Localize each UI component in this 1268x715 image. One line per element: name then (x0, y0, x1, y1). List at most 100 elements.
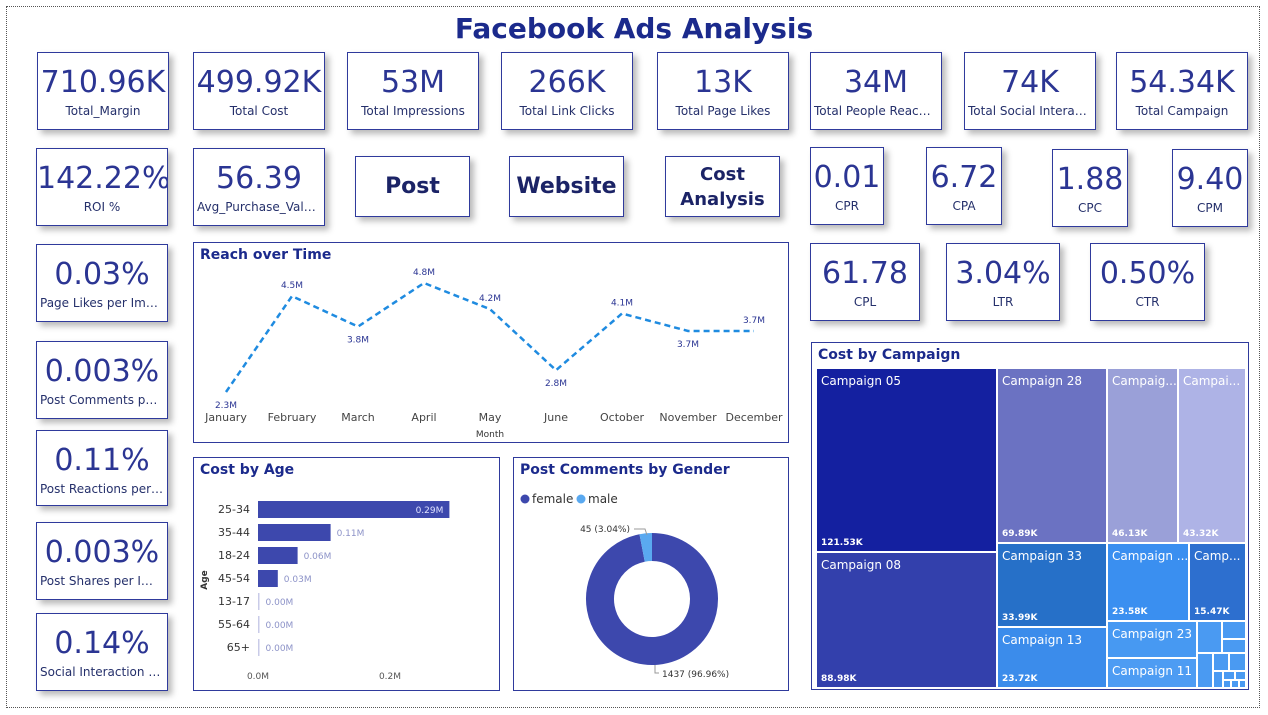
kpi-value: 142.22% (37, 161, 168, 196)
age-bar-value-label: 0.03M (284, 575, 312, 585)
legend-male-marker (576, 494, 586, 504)
treemap-cell-name: Campaign 33 (1002, 549, 1083, 563)
kpi-cpc: 1.88 CPC (1052, 149, 1128, 227)
age-bar[interactable] (258, 639, 260, 656)
age-bar[interactable] (258, 547, 298, 564)
treemap-small-cell[interactable] (1223, 671, 1235, 680)
kpi-value: 61.78 (822, 256, 908, 291)
treemap-cell-name: Campaign 08 (821, 558, 902, 572)
website-page-button[interactable]: Website (509, 156, 624, 217)
kpi-post-comments-per: 0.003% Post Comments per... (36, 341, 168, 419)
treemap-small-cell[interactable] (1223, 680, 1231, 688)
treemap-cell[interactable]: Camp... 15.47K (1189, 543, 1246, 621)
treemap-cell-value: 46.13K (1112, 529, 1148, 539)
treemap-cell-name: Campaig... (1112, 374, 1177, 388)
treemap-cell-value: 43.32K (1183, 529, 1219, 539)
kpi-cpl: 61.78 CPL (810, 243, 920, 321)
treemap-small-cell[interactable] (1197, 621, 1222, 653)
treemap-cell[interactable]: Campaign ... 23.58K (1107, 543, 1189, 621)
kpi-label: Post Reactions per I... (40, 482, 167, 496)
cost-by-age-chart[interactable]: Cost by Age 25-34 0.29M 35-44 0.11M 18-24 0.0… (193, 457, 500, 691)
age-category-label: 55-64 (218, 618, 250, 631)
reach-line-svg: 2.3MJanuary 4.5M February 3.8M March 4.8M Apri… (204, 268, 783, 440)
treemap-cell[interactable]: Campaign 11 (1107, 658, 1197, 688)
kpi-ctr: 0.50% CTR (1090, 243, 1205, 321)
gender-slice-female[interactable] (586, 533, 718, 665)
age-x-tick-0: 0.0M (247, 672, 269, 682)
kpi-post-reactions-per: 0.11% Post Reactions per I... (36, 430, 168, 506)
reach-data-label: 2.8M (545, 379, 567, 389)
treemap-cell[interactable]: Campaign 28 69.89K (997, 368, 1107, 543)
campaign-chart-title: Cost by Campaign (818, 347, 961, 363)
gender-slice-male[interactable] (639, 533, 653, 562)
kpi-value: 34M (843, 65, 909, 100)
kpi-label: Social Interaction p... (40, 665, 167, 679)
age-category-label: 13-17 (218, 595, 250, 608)
treemap-small-cell[interactable] (1222, 621, 1246, 639)
treemap-cell[interactable]: Campaign 33 33.99K (997, 543, 1107, 627)
cost-by-campaign-chart[interactable]: Cost by Campaign Campaign 05 121.53K Campa… (811, 342, 1249, 690)
kpi-value: 499.92K (196, 65, 322, 100)
page-title: Facebook Ads Analysis (454, 12, 814, 45)
treemap-cell-value: 121.53K (821, 538, 863, 548)
kpi-label: CPA (952, 199, 976, 213)
treemap-cell[interactable]: Campaig... 46.13K (1107, 368, 1178, 543)
treemap-cell-name: Campaign ... (1112, 549, 1189, 563)
treemap-cell-name: Campaign 28 (1002, 374, 1083, 388)
age-bar[interactable] (258, 524, 331, 541)
kpi-label: CPM (1197, 201, 1223, 215)
reach-data-label: 3.7M (677, 340, 699, 350)
kpi-value: 56.39 (216, 161, 302, 196)
kpi-label: ROI % (83, 200, 121, 214)
kpi-ltr: 3.04% LTR (946, 243, 1060, 321)
age-bar-value-label: 0.29M (416, 506, 444, 516)
kpi-label: Total Campaign (1135, 104, 1229, 118)
kpi-label: CPC (1078, 201, 1102, 215)
treemap-cell-name: Campaign 11 (1112, 664, 1193, 678)
kpi-value: 53M (380, 65, 446, 100)
treemap-cell[interactable]: Campaign 23 (1107, 621, 1197, 658)
kpi-avg-purchase-value: 56.39 Avg_Purchase_Value_ (193, 148, 325, 226)
kpi-label: Avg_Purchase_Value_ (197, 200, 324, 214)
treemap-cell[interactable]: Campaign 08 88.98K (816, 552, 997, 688)
treemap-small-cell[interactable] (1231, 680, 1239, 688)
kpi-label: Total Cost (229, 104, 289, 118)
kpi-label: Total Social Interact... (968, 104, 1095, 118)
age-bar-value-label: 0.06M (304, 552, 332, 562)
treemap-cell[interactable]: Campaign 05 121.53K (816, 368, 997, 552)
treemap-cell[interactable]: Campaign 13 23.72K (997, 627, 1107, 688)
treemap-small-cell[interactable] (1213, 671, 1223, 688)
age-bar[interactable] (258, 570, 278, 587)
cost-analysis-page-button[interactable]: Cost Analysis (665, 156, 780, 217)
treemap-small-cell[interactable] (1239, 680, 1246, 688)
post-comments-by-gender-chart[interactable]: Post Comments by Gender female male 45 (… (513, 457, 789, 691)
treemap-cell[interactable]: Campai... 43.32K (1178, 368, 1246, 543)
treemap-small-cell[interactable] (1235, 671, 1246, 680)
treemap-cell-name: Camp... (1194, 549, 1241, 563)
kpi-value: 710.96K (40, 65, 166, 100)
legend-female-marker (520, 494, 530, 504)
treemap-small-cell[interactable] (1222, 639, 1246, 653)
post-page-button[interactable]: Post (355, 156, 470, 217)
kpi-post-shares-per: 0.003% Post Shares per Im... (36, 522, 168, 600)
age-bar[interactable] (258, 616, 260, 633)
kpi-value: 266K (528, 65, 606, 100)
kpi-value: 0.11% (54, 443, 150, 478)
reach-x-tick-label: May (479, 411, 502, 424)
age-bar[interactable] (258, 593, 260, 610)
kpi-label: Total Impressions (361, 104, 465, 118)
reach-x-tick-label: January (204, 411, 247, 424)
legend-female-label: female (532, 492, 573, 506)
treemap-small-cell[interactable] (1213, 653, 1229, 671)
treemap-small-cell[interactable] (1229, 653, 1246, 671)
treemap-small-cell[interactable] (1197, 653, 1213, 688)
age-category-label: 65+ (227, 641, 250, 654)
kpi-value: 74K (1001, 65, 1059, 100)
reach-data-label: 4.2M (479, 294, 501, 304)
reach-x-axis-label: Month (476, 430, 504, 440)
reach-x-tick-label: March (341, 411, 375, 424)
legend-male-label: male (588, 492, 618, 506)
treemap-cell-value: 23.58K (1112, 607, 1148, 617)
reach-over-time-chart[interactable]: Reach over Time 2.3M January 4.5M February 3… (193, 242, 789, 443)
kpi-value: 0.01 (813, 160, 881, 195)
